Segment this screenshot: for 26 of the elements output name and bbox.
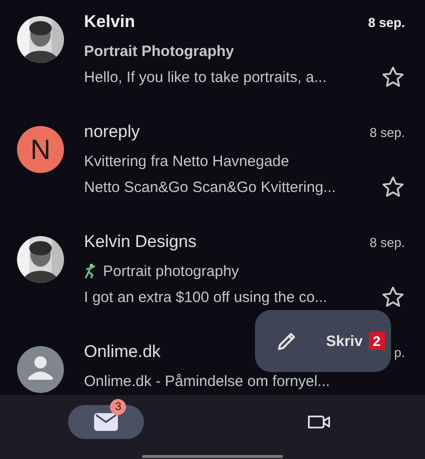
- star-icon[interactable]: [381, 65, 405, 89]
- date-label: 8 sep.: [370, 235, 405, 250]
- subject-text: Portrait photography: [103, 262, 239, 280]
- sender-name: noreply: [84, 122, 140, 142]
- count-badge: 3: [110, 399, 126, 415]
- avatar-icon: [17, 346, 64, 393]
- dancer-icon: [84, 263, 97, 279]
- subject-text: Portrait Photography: [84, 42, 234, 60]
- sender-name: Kelvin Designs: [84, 232, 196, 252]
- snippet-text: Hello, If you like to take portraits, a...: [84, 68, 327, 86]
- star-icon[interactable]: [381, 175, 405, 199]
- date-label: p.: [394, 345, 405, 360]
- subject-text: Kvittering fra Netto Havnegade: [84, 152, 290, 170]
- date-label: 8 sep.: [368, 15, 405, 30]
- sender-name: Kelvin: [84, 12, 136, 32]
- mail-icon: [94, 413, 118, 431]
- step-badge: 2: [368, 332, 384, 350]
- snippet-text: I got an extra $100 off using the co...: [84, 288, 328, 306]
- snippet-text: Netto Scan&Go Scan&Go Kvittering...: [84, 178, 336, 196]
- sender-name: Onlime.dk: [84, 342, 161, 362]
- date-label: 8 sep.: [370, 125, 405, 140]
- avatar-letter: N: [17, 126, 64, 173]
- video-camera-icon: [306, 413, 331, 431]
- star-icon[interactable]: [381, 285, 405, 309]
- compose-button[interactable]: Skriv 2: [255, 310, 391, 372]
- subject-text: Onlime.dk - Påmindelse om fornyel...: [84, 372, 330, 390]
